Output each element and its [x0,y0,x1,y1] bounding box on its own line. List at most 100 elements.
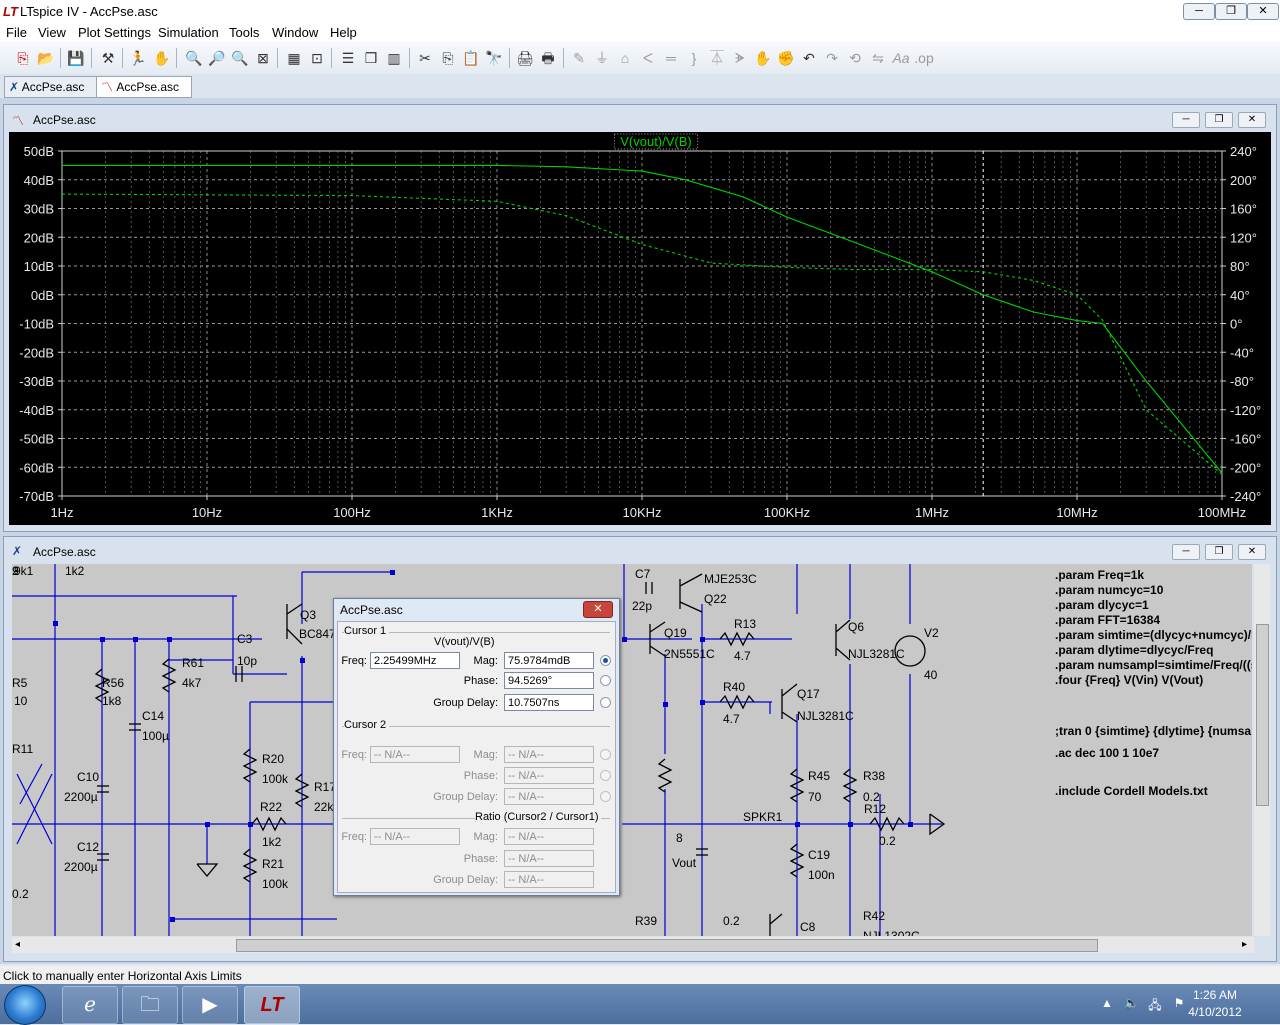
autorange-icon[interactable]: ▦ [284,48,304,68]
component-label[interactable]: R5 [12,676,27,690]
print-setup-icon[interactable]: 🖨 [515,48,535,68]
component-label[interactable]: NJL3281C [848,647,905,661]
component-label[interactable]: R42 [863,909,885,923]
scroll-right-arrow-icon[interactable]: ▸ [1242,939,1247,950]
spice-directive[interactable]: .param FFT=16384 [1055,613,1160,627]
show-hidden-icons-icon[interactable]: ▲ [1100,996,1114,1010]
media-player-icon[interactable]: ▶ [182,986,238,1024]
component-label[interactable]: C7 [635,567,650,581]
zoom-cancel-icon[interactable]: ⊠ [253,48,273,68]
bode-plot[interactable]: 50dB 240° 40dB 200° 30dB 160° 20dB 120° 10dB 80° 0… [9,132,1271,525]
schematic-minimize-button[interactable]: ─ [1172,544,1200,560]
component-label[interactable]: Q6 [848,620,864,634]
save-icon[interactable]: 💾 [66,48,86,68]
component-label[interactable]: 9 [12,564,19,578]
component-label[interactable]: C14 [142,709,164,723]
component-label[interactable]: NJL3281C [797,709,854,723]
component-label[interactable]: R39 [635,914,657,928]
spice-directive[interactable]: .four {Freq} V(Vin) V(Vout) [1055,673,1203,687]
open-icon[interactable]: 📂 [36,48,56,68]
close-button[interactable]: ✕ [1247,3,1279,20]
spice-directive[interactable]: .param Freq=1k [1055,568,1144,582]
tile-horizontal-icon[interactable]: ☰ [338,48,358,68]
component-label[interactable]: R20 [262,752,284,766]
start-button[interactable] [4,985,46,1025]
run-icon[interactable]: 🏃 [128,48,148,68]
paste-icon[interactable]: 📋 [461,48,481,68]
component-label[interactable]: 4.7 [723,712,740,726]
spice-directive[interactable]: .include Cordell Models.txt [1055,784,1208,798]
component-label[interactable]: 100µ [142,729,169,743]
menu-window[interactable]: Window [272,25,318,40]
component-label[interactable]: 8 [676,831,683,845]
zoom-extents-icon[interactable]: ⊡ [307,48,327,68]
component-label[interactable]: 40 [924,668,937,682]
component-label[interactable]: C19 [808,848,830,862]
copy-icon[interactable]: ⎘ [438,48,458,68]
vertical-scroll-thumb[interactable] [1256,624,1269,806]
control-panel-icon[interactable]: ⚒ [98,48,118,68]
component-label[interactable]: SPKR1 [743,810,782,824]
zoom-in-icon[interactable]: 🔍 [184,48,204,68]
component-label[interactable]: 2N5551C [664,647,715,661]
component-label[interactable]: Q17 [797,687,820,701]
menu-view[interactable]: View [38,25,66,40]
component-label[interactable]: R56 [102,676,124,690]
print-icon[interactable]: 🖶 [538,48,558,68]
waveform-minimize-button[interactable]: ─ [1172,112,1200,128]
tile-vertical-icon[interactable]: ▥ [384,48,404,68]
component-label[interactable]: 10 [14,694,27,708]
component-label[interactable]: 100k [262,772,288,786]
undo-icon[interactable]: ↶ [799,48,819,68]
component-label[interactable]: 70 [808,790,821,804]
spice-directive[interactable]: .param simtime=(dlycyc+numcyc)/F [1055,628,1252,642]
cursor1-phase-radio[interactable] [600,675,611,686]
component-label[interactable]: Q19 [664,626,687,640]
spice-directive[interactable]: ;tran 0 {simtime} {dlytime} {numsa [1055,724,1251,738]
component-label[interactable]: 22k [314,800,333,814]
menu-plot-settings[interactable]: Plot Settings [78,25,151,40]
component-label[interactable]: R45 [808,769,830,783]
schematic-restore-button[interactable]: ❐ [1205,544,1233,560]
component-label[interactable]: C12 [77,840,99,854]
new-schematic-icon[interactable]: ⎘ [13,48,33,68]
spice-directive[interactable]: .param dlycyc=1 [1055,598,1149,612]
file-explorer-icon[interactable]: 🗀 [122,986,178,1024]
component-label[interactable]: 4.7 [734,649,751,663]
volume-icon[interactable]: 🔈 [1124,996,1139,1010]
component-label[interactable]: 4k7 [182,676,201,690]
menu-file[interactable]: File [6,25,27,40]
component-label[interactable]: R61 [182,656,204,670]
component-label[interactable]: 1k2 [65,564,84,578]
menu-help[interactable]: Help [330,25,357,40]
pan-icon[interactable]: ✋ [152,48,172,68]
component-label[interactable]: 2200µ [64,790,98,804]
tab-schematic[interactable]: ✗ AccPse.asc [4,76,98,98]
find-icon[interactable]: 🔭 [484,48,504,68]
ltspice-task-icon[interactable]: LT [244,986,300,1024]
component-label[interactable]: Q22 [704,592,727,606]
component-label[interactable]: V2 [924,626,939,640]
cut-icon[interactable]: ✂ [415,48,435,68]
component-label[interactable]: Vout [672,856,696,870]
cascade-icon[interactable]: ❒ [361,48,381,68]
horizontal-scroll-thumb[interactable] [236,939,1098,952]
zoom-area-icon[interactable]: 🔎 [207,48,227,68]
waveform-restore-button[interactable]: ❐ [1205,112,1233,128]
internet-explorer-icon[interactable]: ℯ [62,986,118,1024]
schematic-close-button[interactable]: ✕ [1238,544,1266,560]
component-label[interactable]: 0.2 [723,914,740,928]
bode-plot-svg[interactable]: 50dB 240° 40dB 200° 30dB 160° 20dB 120° 10dB 80° 0… [9,132,1271,525]
component-label[interactable]: R38 [863,769,885,783]
component-label[interactable]: MJE253C [704,572,757,586]
schematic-vertical-scrollbar[interactable] [1254,564,1270,936]
component-label[interactable]: R12 [864,802,886,816]
tab-waveform[interactable]: 〽 AccPse.asc [96,76,192,98]
component-label[interactable]: R22 [260,800,282,814]
component-label[interactable]: R11 [12,742,33,756]
cursor1-group-delay-field[interactable]: 10.7507ns [504,694,594,711]
restore-button[interactable]: ❐ [1215,3,1247,20]
schematic-canvas[interactable]: 9k1 1k2 R5 10 R56 1k8 R61 4k7 C3 10p Q3 BC847 C14 100… [12,564,1252,936]
scroll-left-arrow-icon[interactable]: ◂ [15,939,20,950]
cursor1-mag-field[interactable]: 75.9784mdB [504,652,594,669]
